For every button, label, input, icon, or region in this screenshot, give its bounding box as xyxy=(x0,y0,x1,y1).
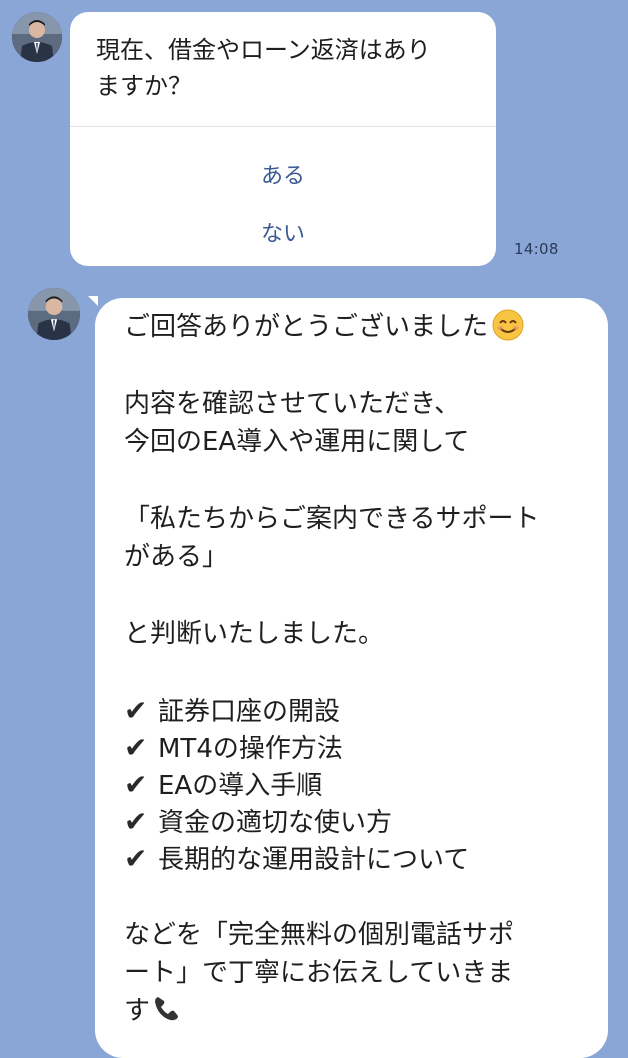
checklist-item: ✔ 資金の適切な使い方 xyxy=(124,803,594,840)
message-line: と判断いたしました。 xyxy=(124,619,385,649)
checklist-text: 証券口座の開設 xyxy=(158,697,341,727)
check-icon: ✔ xyxy=(124,731,148,764)
card-divider xyxy=(70,126,496,127)
bubble-tail xyxy=(88,296,98,306)
message-line: などを「完全無料の個別電話サポ xyxy=(124,920,515,950)
sender-avatar[interactable] xyxy=(28,288,80,340)
option-no-button[interactable]: ない xyxy=(70,216,496,248)
message-timestamp: 14:08 xyxy=(514,240,559,258)
thanks-text: ご回答ありがとうございました xyxy=(124,312,489,342)
message-line: 内容を確認させていただき、 xyxy=(124,389,461,419)
checklist-text: 資金の適切な使い方 xyxy=(158,808,393,838)
message-line: ご回答ありがとうございました xyxy=(124,308,594,346)
option-yes-button[interactable]: ある xyxy=(70,158,496,190)
telephone-receiver-emoji-icon xyxy=(155,997,179,1021)
question-line: 現在、借金やローン返済はあり xyxy=(96,36,431,64)
checklist-text: EAの導入手順 xyxy=(158,771,323,801)
check-icon: ✔ xyxy=(124,842,148,875)
checklist-text: MT4の操作方法 xyxy=(158,734,343,764)
question-card: 現在、借金やローン返済はあり ますか？ ある ない xyxy=(70,12,496,266)
check-icon: ✔ xyxy=(124,805,148,838)
checklist-item: ✔ MT4の操作方法 xyxy=(124,729,594,766)
sender-avatar[interactable] xyxy=(12,12,62,62)
checklist-text: 長期的な運用設計について xyxy=(158,845,470,875)
message-line: す xyxy=(124,992,594,1030)
closing-text: す xyxy=(124,996,151,1026)
message-line: 「私たちからご案内できるサポート xyxy=(124,504,540,534)
message-line: 今回のEA導入や運用に関して xyxy=(124,427,470,457)
question-line: ますか？ xyxy=(96,72,192,100)
avatar-image xyxy=(28,288,80,340)
checklist-item: ✔ 長期的な運用設計について xyxy=(124,840,594,877)
avatar-image xyxy=(12,12,62,62)
check-icon: ✔ xyxy=(124,768,148,801)
smiling-face-emoji-icon xyxy=(492,309,524,341)
checklist-item: ✔ EAの導入手順 xyxy=(124,766,594,803)
question-text: 現在、借金やローン返済はあり ますか？ xyxy=(96,32,472,104)
message-line: がある」 xyxy=(124,542,229,572)
message-line: ート」で丁寧にお伝えしていきま xyxy=(124,958,514,988)
message-text: ご回答ありがとうございました 内容を確認させていただき、 今回のEA導入や運用に… xyxy=(124,308,594,1030)
check-icon: ✔ xyxy=(124,694,148,727)
checklist-item: ✔ 証券口座の開設 xyxy=(124,692,594,729)
